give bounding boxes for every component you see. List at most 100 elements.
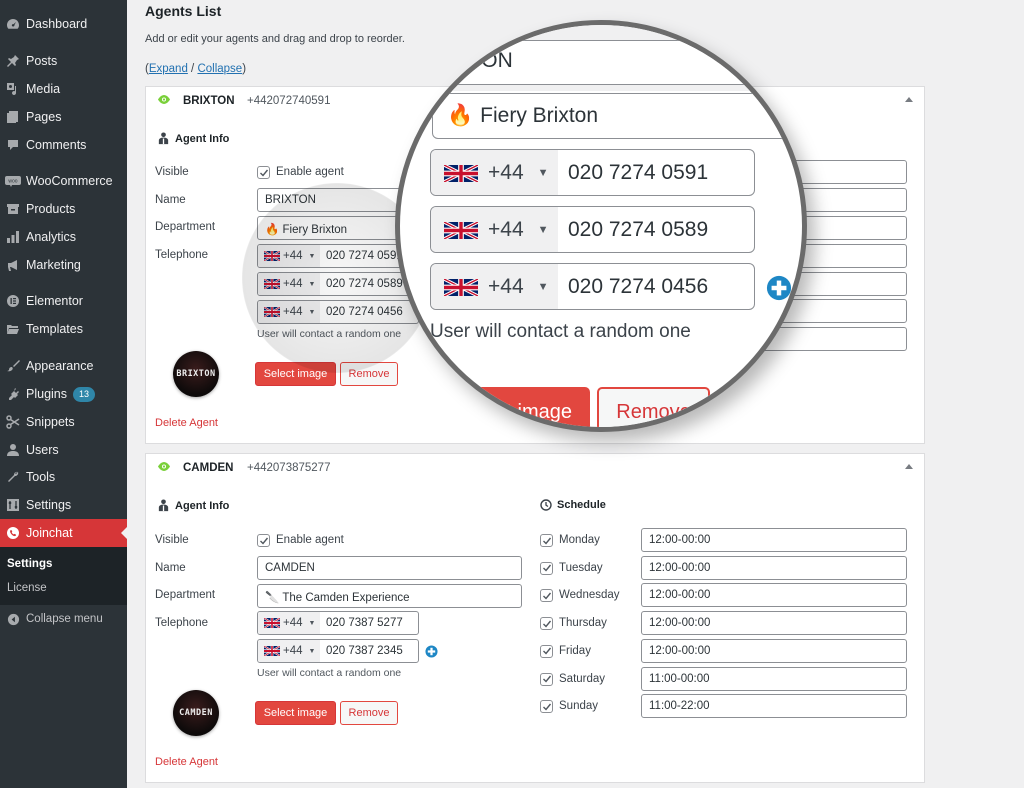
- country-code-select[interactable]: +44▼: [258, 640, 320, 662]
- sidebar-item-products[interactable]: Products: [0, 195, 127, 223]
- agent-card-header[interactable]: CAMDEN +442073875277: [146, 454, 924, 482]
- lens-random-hint: User will contact a random one: [430, 321, 691, 342]
- submenu-license[interactable]: License: [7, 582, 47, 594]
- eye-icon: [158, 462, 170, 471]
- sidebar-item-users[interactable]: Users: [0, 436, 127, 464]
- enable-agent-label: Enable agent: [276, 534, 344, 546]
- sidebar-item-appearance[interactable]: Appearance: [0, 352, 127, 380]
- schedule-hours-input[interactable]: 12:00-00:00: [641, 638, 907, 663]
- schedule-hours-input[interactable]: 11:00-22:00: [641, 694, 907, 719]
- sidebar-item-dashboard[interactable]: Dashboard: [0, 10, 127, 38]
- agent-phone-heading: +442072740591: [247, 95, 331, 107]
- agent-name-input[interactable]: CAMDEN: [257, 556, 522, 580]
- lens-divider: [400, 85, 802, 91]
- caret-down-icon: ▼: [537, 280, 549, 293]
- sidebar-item-snippets[interactable]: Snippets: [0, 408, 127, 436]
- whatsapp-icon: [0, 526, 26, 540]
- name-label: Name: [155, 194, 186, 206]
- admin-sidebar: Dashboard Posts Media Pages Comments woo…: [0, 0, 127, 788]
- delete-agent-link[interactable]: Delete Agent: [155, 417, 218, 429]
- sidebar-item-plugins[interactable]: Plugins 13: [0, 380, 127, 408]
- sidebar-item-elementor[interactable]: Elementor: [0, 287, 127, 315]
- schedule-day-checkbox[interactable]: [540, 644, 553, 658]
- comment-icon: [0, 138, 26, 152]
- sidebar-item-joinchat[interactable]: Joinchat: [0, 519, 127, 547]
- sidebar-item-posts[interactable]: Posts: [0, 47, 127, 75]
- expand-collapse-links: (Expand / Collapse): [145, 63, 247, 75]
- sidebar-item-templates[interactable]: Templates: [0, 315, 127, 343]
- remove-image-button[interactable]: Remove: [340, 701, 398, 725]
- agent-name-heading: BRIXTON: [183, 95, 235, 107]
- schedule-day-label: Monday: [559, 534, 600, 546]
- schedule-hours-input[interactable]: 12:00-00:00: [641, 555, 907, 580]
- schedule-day-label: Friday: [559, 644, 591, 657]
- clock-icon: [540, 499, 552, 511]
- check-icon: [542, 537, 551, 545]
- page-title: Agents List: [145, 3, 222, 19]
- sidebar-item-marketing[interactable]: Marketing: [0, 251, 127, 279]
- collapse-toggle-icon[interactable]: [905, 464, 913, 469]
- agent-name-heading: CAMDEN: [183, 462, 234, 474]
- schedule-day-checkbox[interactable]: [540, 700, 553, 714]
- schedule-hours-input[interactable]: 11:00-00:00: [641, 666, 907, 691]
- add-phone-plus-icon[interactable]: [766, 275, 792, 301]
- caret-down-icon: ▼: [308, 619, 316, 627]
- agent-icon: [158, 132, 169, 145]
- schedule-day-checkbox[interactable]: [540, 617, 553, 631]
- uk-flag-icon: [263, 645, 281, 657]
- schedule-day-checkbox[interactable]: [540, 561, 553, 575]
- phone-number-input[interactable]: 020 7387 5277: [320, 612, 418, 634]
- enable-agent-checkbox[interactable]: [257, 534, 270, 547]
- woocommerce-icon: woo: [0, 175, 26, 187]
- sidebar-item-tools[interactable]: Tools: [0, 463, 127, 491]
- pin-icon: [0, 54, 26, 68]
- schedule-day-checkbox[interactable]: [540, 672, 553, 686]
- department-input[interactable]: 🔪 The Camden Experience: [257, 584, 522, 608]
- agent-avatar: CAMDEN: [173, 690, 219, 736]
- agent-avatar: BRIXTON: [173, 351, 219, 397]
- expand-link[interactable]: Expand: [149, 63, 188, 75]
- delete-agent-link[interactable]: Delete Agent: [155, 756, 218, 768]
- schedule-heading: Schedule: [540, 499, 606, 511]
- caret-down-icon: ▼: [537, 166, 549, 179]
- telephone-field[interactable]: +44 ▼ 020 7387 5277: [257, 611, 419, 635]
- submenu-settings[interactable]: Settings: [7, 558, 52, 570]
- collapse-link[interactable]: Collapse: [197, 63, 242, 75]
- schedule-day-checkbox[interactable]: [540, 534, 553, 547]
- schedule-day-label: Thursday: [559, 617, 607, 630]
- schedule-day-checkbox[interactable]: [540, 589, 553, 603]
- sidebar-item-settings[interactable]: Settings: [0, 491, 127, 519]
- country-code-select[interactable]: +44▼: [258, 612, 320, 634]
- visible-label: Visible: [155, 166, 189, 178]
- schedule-hours-input[interactable]: 12:00-00:00: [641, 611, 907, 636]
- dashboard-icon: [0, 17, 26, 31]
- add-phone-plus-icon[interactable]: [425, 645, 438, 658]
- schedule-day-label: Wednesday: [559, 589, 620, 602]
- collapse-menu-button[interactable]: Collapse menu: [0, 605, 127, 633]
- lens-select-image-button: t image: [420, 387, 590, 427]
- schedule-hours-input[interactable]: 12:00-00:00: [641, 528, 907, 552]
- sidebar-item-woocommerce[interactable]: woo WooCommerce: [0, 167, 127, 195]
- sidebar-item-comments[interactable]: Comments: [0, 131, 127, 159]
- folder-icon: [0, 322, 26, 336]
- telephone-field[interactable]: +44 ▼ 020 7387 2345: [257, 639, 419, 663]
- phone-number-input[interactable]: 020 7387 2345: [320, 640, 418, 662]
- schedule-hours-input[interactable]: 12:00-00:00: [641, 583, 907, 608]
- check-icon: [542, 564, 551, 572]
- user-icon: [0, 443, 26, 457]
- lens-telephone-field: +44 ▼ 020 7274 0456: [430, 263, 755, 310]
- sidebar-item-media[interactable]: Media: [0, 75, 127, 103]
- select-image-button[interactable]: Select image: [255, 701, 336, 725]
- telephone-label: Telephone: [155, 249, 209, 261]
- sidebar-item-pages[interactable]: Pages: [0, 103, 127, 131]
- caret-down-icon: ▼: [308, 647, 316, 655]
- lens-telephone-field: +44 ▼ 020 7274 0589: [430, 206, 755, 253]
- lens-remove-button: Remove: [597, 387, 710, 427]
- sidebar-item-analytics[interactable]: Analytics: [0, 223, 127, 251]
- schedule-day-label: Saturday: [559, 672, 606, 685]
- bar-chart-icon: [0, 230, 26, 244]
- enable-agent-checkbox[interactable]: [257, 166, 270, 179]
- svg-text:woo: woo: [8, 179, 17, 185]
- collapse-toggle-icon[interactable]: [905, 97, 913, 102]
- uk-flag-icon: [263, 617, 281, 629]
